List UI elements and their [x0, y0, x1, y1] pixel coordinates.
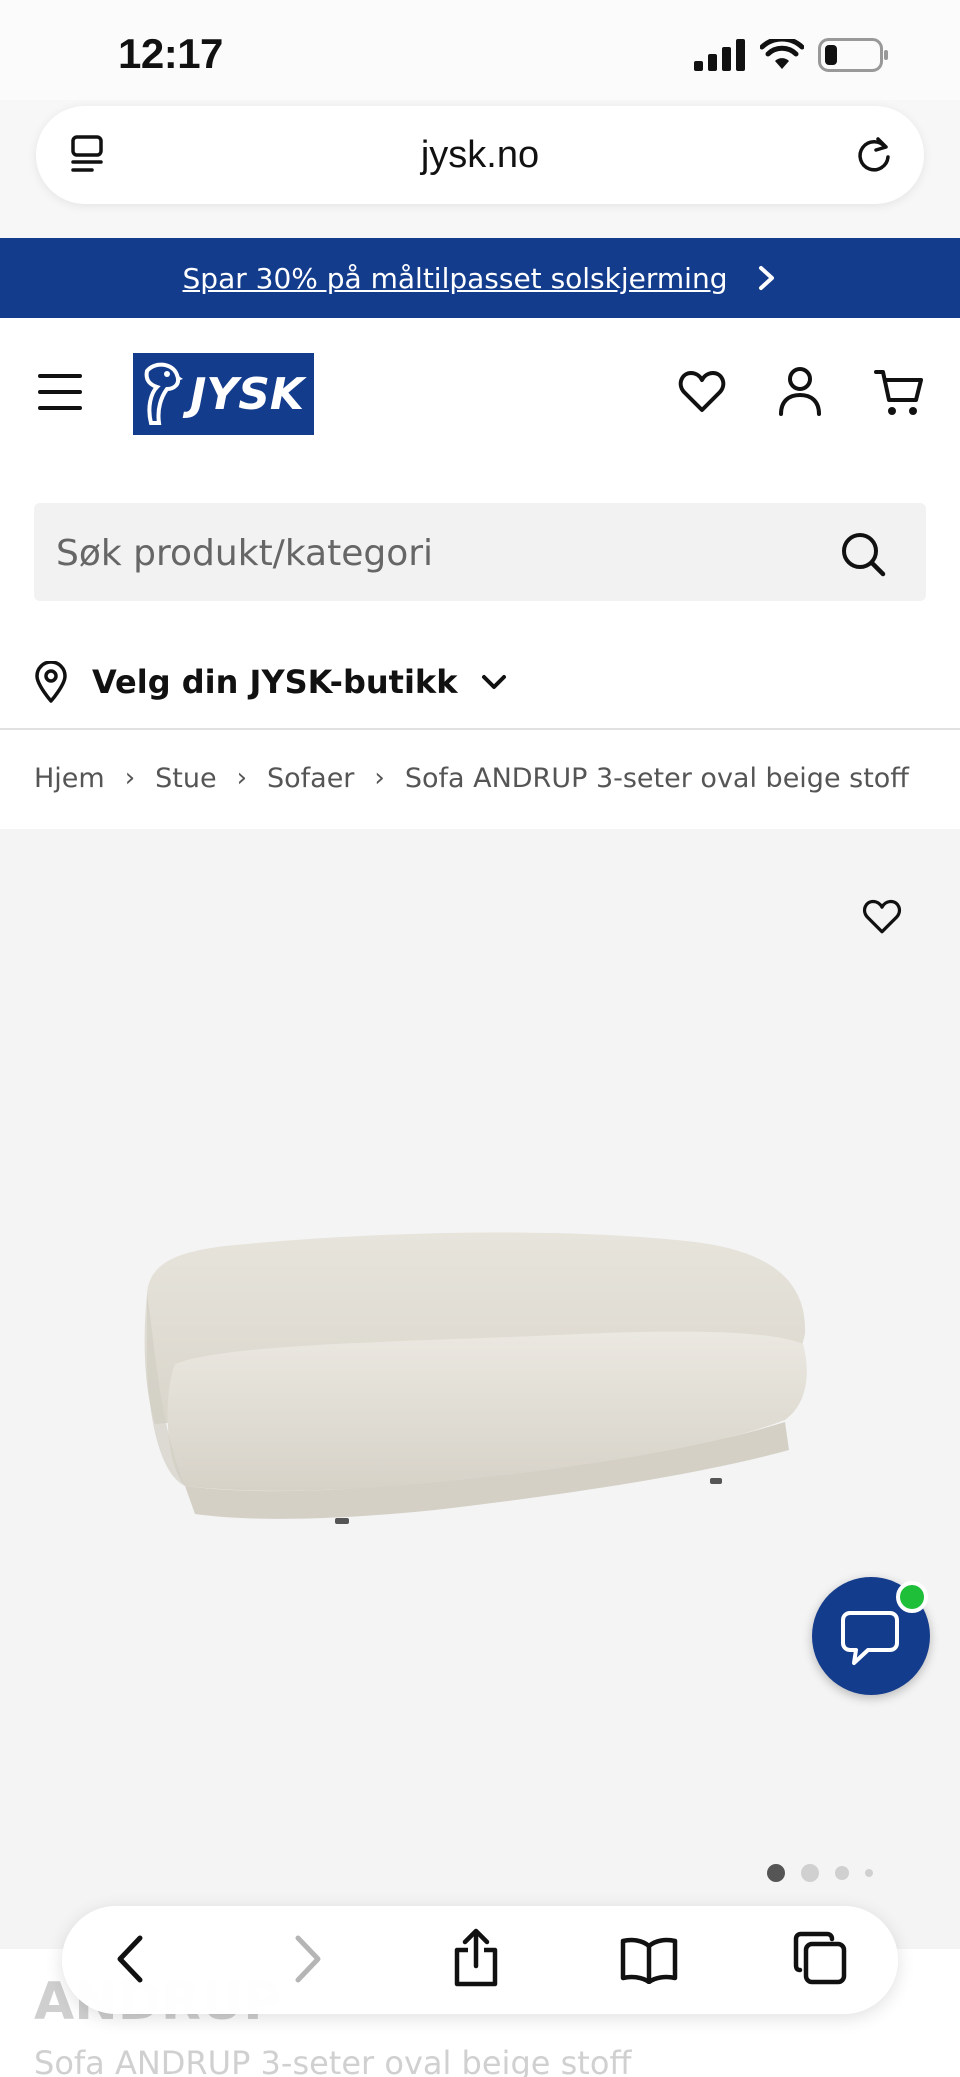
- store-selector-label: Velg din JYSK-butikk: [92, 663, 458, 701]
- breadcrumb-separator-icon: ›: [374, 763, 385, 793]
- divider: [0, 728, 960, 730]
- signal-icon: [694, 39, 745, 71]
- pagination-dot[interactable]: [835, 1866, 849, 1880]
- wifi-icon: [760, 39, 804, 69]
- search-placeholder: Søk produkt/kategori: [56, 533, 434, 574]
- product-image-sofa: [144, 1232, 807, 1524]
- breadcrumb: Hjem › Stue › Sofaer › Sofa ANDRUP 3-set…: [34, 758, 909, 798]
- cart-icon[interactable]: [874, 368, 924, 418]
- promo-banner[interactable]: Spar 30% på måltilpasset solskjerming: [0, 238, 960, 318]
- breadcrumb-separator-icon: ›: [124, 763, 136, 793]
- image-pagination[interactable]: [767, 1864, 873, 1882]
- search-icon[interactable]: [840, 531, 886, 577]
- menu-icon[interactable]: [38, 374, 82, 410]
- search-field[interactable]: Søk produkt/kategori: [34, 503, 926, 601]
- chevron-down-icon: [482, 675, 507, 689]
- pagination-dot[interactable]: [865, 1869, 873, 1877]
- chevron-right-icon: [759, 266, 775, 290]
- breadcrumb-item-sofaer[interactable]: Sofaer: [267, 763, 354, 794]
- address-bar-area: jysk.no: [0, 100, 960, 238]
- jysk-logo[interactable]: JYSK: [133, 353, 314, 435]
- reload-icon[interactable]: [854, 133, 894, 175]
- battery-icon: [818, 38, 888, 72]
- status-icons: [694, 38, 890, 72]
- chat-bubble-icon: [841, 1611, 899, 1665]
- status-bar: 12:17: [0, 0, 960, 100]
- online-status-dot: [896, 1581, 928, 1613]
- product-gallery[interactable]: [0, 829, 960, 1949]
- account-icon[interactable]: [778, 366, 822, 416]
- share-icon[interactable]: [452, 1928, 500, 1988]
- breadcrumb-item-current: Sofa ANDRUP 3-seter oval beige stoff: [404, 762, 909, 794]
- url-text: jysk.no: [420, 134, 540, 176]
- status-time: 12:17: [118, 30, 223, 77]
- store-selector[interactable]: Velg din JYSK-butikk: [34, 652, 507, 712]
- site-header: JYSK: [0, 318, 960, 468]
- breadcrumb-separator-icon: ›: [236, 763, 247, 793]
- back-icon[interactable]: [114, 1932, 146, 1986]
- address-bar[interactable]: jysk.no: [36, 106, 924, 204]
- forward-icon[interactable]: [292, 1932, 324, 1986]
- tabs-icon[interactable]: [792, 1930, 848, 1986]
- logo-bird-icon: [144, 362, 183, 425]
- pagination-dot-active[interactable]: [767, 1864, 785, 1882]
- product-subtitle: Sofa ANDRUP 3-seter oval beige stoff: [34, 2044, 632, 2077]
- location-pin-icon: [35, 661, 67, 703]
- pagination-dot[interactable]: [801, 1864, 819, 1882]
- breadcrumb-item-home[interactable]: Hjem: [34, 763, 105, 794]
- bookmarks-icon[interactable]: [620, 1936, 678, 1984]
- promo-link[interactable]: Spar 30% på måltilpasset solskjerming: [183, 262, 728, 295]
- logo-text: JYSK: [189, 368, 304, 420]
- browser-toolbar: [62, 1906, 898, 2014]
- heart-icon[interactable]: [678, 370, 726, 414]
- favorite-heart-icon[interactable]: [862, 899, 902, 935]
- breadcrumb-item-stue[interactable]: Stue: [155, 763, 216, 794]
- chat-button[interactable]: [812, 1577, 930, 1695]
